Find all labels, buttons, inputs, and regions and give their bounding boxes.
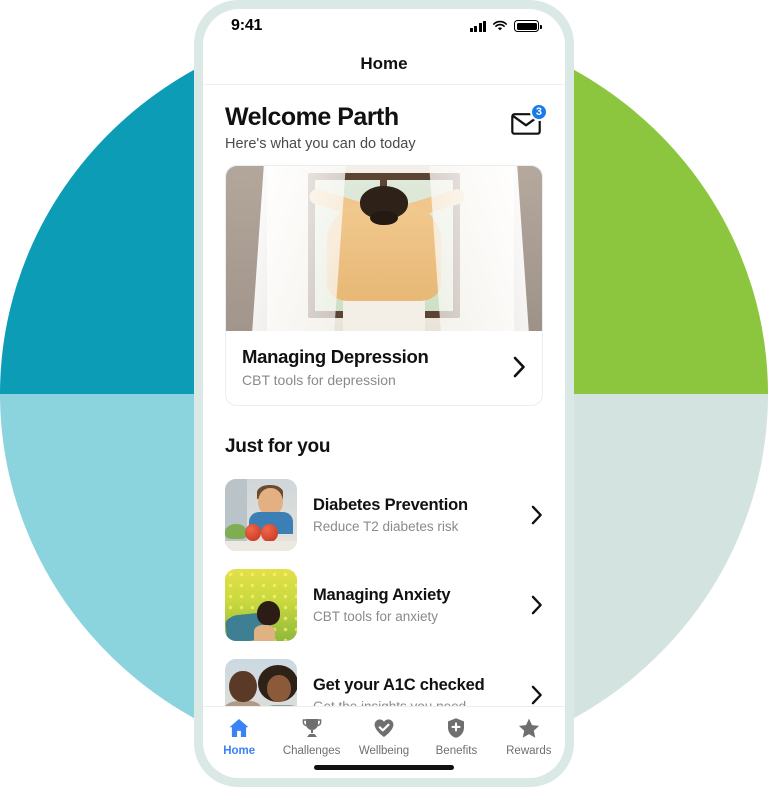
- tab-rewards-label: Rewards: [506, 745, 552, 757]
- chevron-right-icon: [531, 595, 542, 615]
- tab-home-label: Home: [223, 745, 256, 757]
- list-item[interactable]: Managing Anxiety CBT tools for anxiety: [225, 560, 543, 650]
- tab-rewards[interactable]: Rewards: [493, 716, 565, 757]
- list-item[interactable]: Get your A1C checked Get the insights yo…: [225, 650, 543, 706]
- list-item-text: Get your A1C checked Get the insights yo…: [313, 676, 515, 706]
- welcome-text-block: Welcome Parth Here's what you can do tod…: [225, 103, 416, 152]
- featured-card-title: Managing Depression: [242, 346, 429, 367]
- tab-wellbeing-label: Wellbeing: [358, 745, 410, 757]
- welcome-row: Welcome Parth Here's what you can do tod…: [225, 85, 548, 152]
- phone-frame: 9:41 Home Welcome Parth Here's what you …: [194, 0, 574, 787]
- shield-plus-icon: [448, 718, 465, 738]
- list-item-text: Diabetes Prevention Reduce T2 diabetes r…: [313, 496, 515, 534]
- list-item[interactable]: Diabetes Prevention Reduce T2 diabetes r…: [225, 470, 543, 560]
- featured-card-managing-depression[interactable]: Managing Depression CBT tools for depres…: [225, 165, 543, 406]
- section-title-just-for-you: Just for you: [225, 436, 331, 457]
- man-at-refrigerator-with-tomatoes-photo: [225, 479, 297, 551]
- status-bar: 9:41: [203, 9, 565, 43]
- featured-card-labels: Managing Depression CBT tools for depres…: [242, 346, 429, 388]
- list-item-title: Get your A1C checked: [313, 676, 485, 694]
- battery-full-icon: [514, 20, 542, 32]
- mail-button[interactable]: 3: [511, 103, 548, 135]
- phone-screen: 9:41 Home Welcome Parth Here's what you …: [203, 9, 565, 778]
- status-bar-time: 9:41: [231, 17, 263, 34]
- featured-card-image: [226, 166, 542, 331]
- featured-card-text: Managing Depression CBT tools for depres…: [226, 331, 542, 405]
- list-item-thumbnail: [225, 659, 297, 706]
- tab-wellbeing[interactable]: Wellbeing: [348, 716, 420, 757]
- heart-check-icon: [374, 719, 394, 737]
- welcome-title: Welcome Parth: [225, 103, 399, 131]
- list-item-text: Managing Anxiety CBT tools for anxiety: [313, 586, 515, 624]
- person-in-yellow-flower-field-photo: [225, 569, 297, 641]
- nav-header: Home: [203, 43, 565, 85]
- mail-unread-badge: 3: [529, 103, 548, 121]
- list-item-subtitle: Get the insights you need: [313, 699, 515, 706]
- tab-benefits-label: Benefits: [435, 745, 478, 757]
- just-for-you-list: Diabetes Prevention Reduce T2 diabetes r…: [225, 470, 543, 706]
- list-item-thumbnail: [225, 479, 297, 551]
- list-item-title: Managing Anxiety: [313, 586, 451, 604]
- list-item-subtitle: Reduce T2 diabetes risk: [313, 519, 459, 534]
- trophy-icon: [302, 719, 321, 737]
- list-item-thumbnail: [225, 569, 297, 641]
- chevron-right-icon: [531, 685, 542, 705]
- woman-opening-curtains-photo: [226, 166, 542, 331]
- cellular-signal-icon: [469, 20, 486, 32]
- chevron-right-icon: [531, 505, 542, 525]
- wifi-icon: [493, 20, 507, 31]
- main-content: Welcome Parth Here's what you can do tod…: [203, 85, 565, 706]
- home-icon: [229, 719, 249, 737]
- list-item-title: Diabetes Prevention: [313, 496, 468, 514]
- tab-challenges[interactable]: Challenges: [275, 716, 347, 757]
- list-item-subtitle: CBT tools for anxiety: [313, 609, 439, 624]
- tab-challenges-label: Challenges: [282, 745, 341, 757]
- featured-card-subtitle: CBT tools for depression: [242, 372, 396, 388]
- status-bar-icons: [469, 20, 542, 32]
- page-title: Home: [360, 53, 408, 73]
- home-indicator[interactable]: [314, 765, 454, 770]
- star-icon: [518, 718, 539, 738]
- welcome-subtitle: Here's what you can do today: [225, 136, 416, 152]
- chevron-right-icon: [513, 356, 525, 378]
- tab-home[interactable]: Home: [203, 716, 275, 757]
- couple-embracing-photo: [225, 659, 297, 706]
- tab-benefits[interactable]: Benefits: [420, 716, 492, 757]
